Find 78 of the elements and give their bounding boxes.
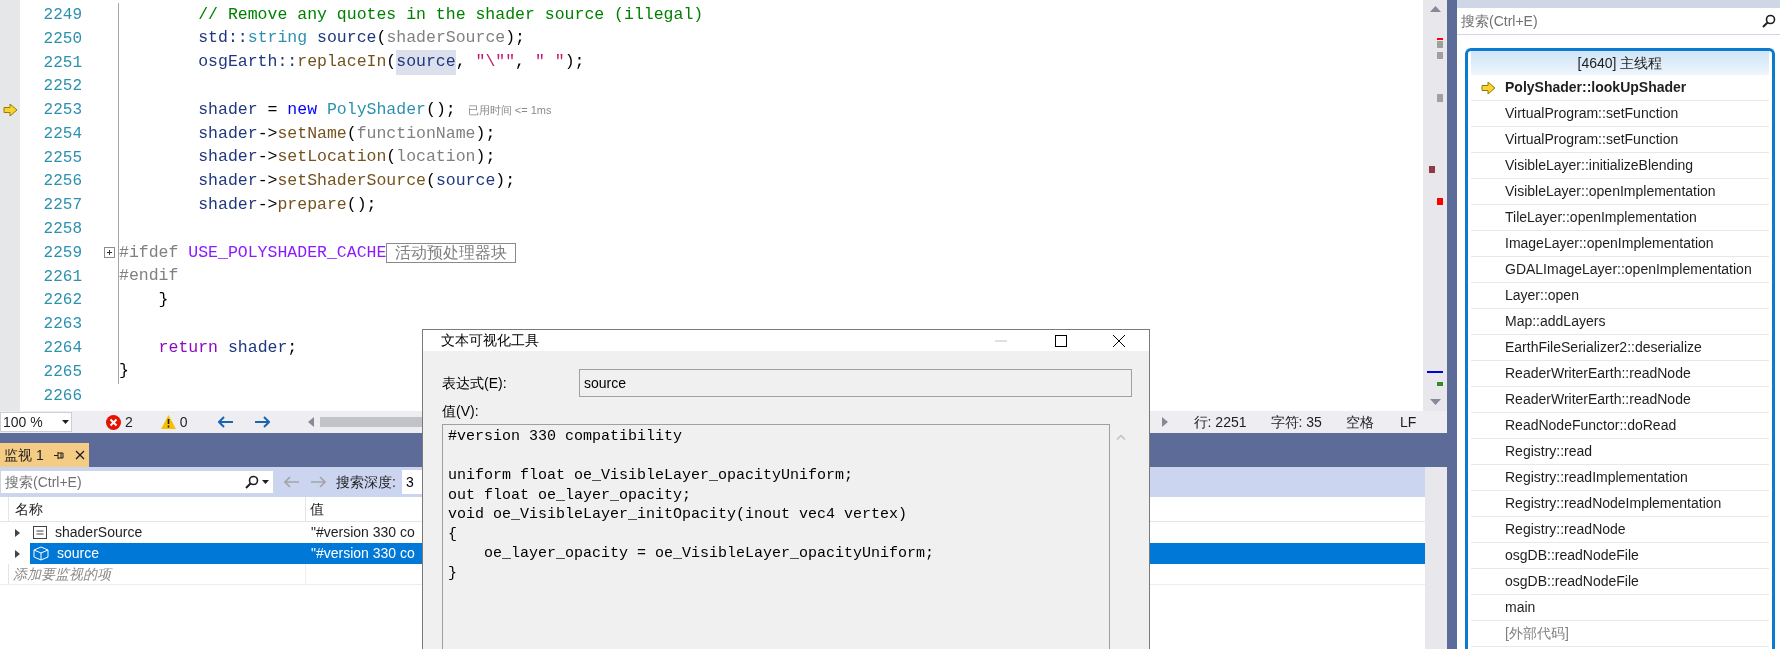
code-token: // Remove any quotes in the shader source (illegal)	[197, 3, 704, 26]
line-number: 2255	[43, 147, 82, 169]
code-token: #ifdef	[119, 241, 180, 264]
dialog-title: 文本可视化工具	[441, 331, 540, 350]
line-number: 2263	[43, 314, 82, 336]
code-token: source	[317, 27, 377, 50]
code-token: replaceIn	[297, 51, 387, 74]
code-token: ();	[346, 193, 377, 216]
code-token: =	[266, 98, 279, 121]
code-token: ,	[515, 51, 526, 74]
watch-name: source	[57, 544, 100, 563]
code-token: source	[435, 170, 496, 193]
code-token: );	[475, 146, 496, 169]
code-token: }	[119, 360, 129, 383]
line-number: 2262	[43, 290, 82, 312]
watch-value: "#version 330 co	[311, 544, 415, 563]
code-token: (	[386, 146, 397, 169]
code-token: }	[157, 289, 169, 312]
code-token: setLocation	[277, 146, 387, 169]
code-token: new	[287, 98, 319, 121]
code-token: shaderSource	[386, 27, 506, 50]
line-number: 2266	[43, 385, 82, 407]
line-number: 2250	[43, 28, 82, 50]
code-token: PolyShader	[326, 98, 426, 121]
code-token: std::	[197, 27, 248, 50]
code-token: ;	[287, 336, 298, 359]
line-number: 2261	[43, 266, 82, 288]
expression-label: 表达式(E):	[442, 373, 508, 393]
line-number: 2258	[43, 219, 82, 241]
code-token: setShaderSource	[277, 170, 426, 193]
code-token: osgEarth::	[197, 51, 298, 74]
code-token: functionName	[356, 122, 476, 145]
code-token: ,	[455, 51, 467, 74]
code-token: " "	[534, 51, 565, 74]
code-token: ->	[257, 193, 278, 216]
line-number: 2253	[43, 100, 82, 122]
line-number: 2254	[43, 123, 82, 145]
code-token: (	[376, 27, 387, 50]
watch-name: shaderSource	[55, 523, 143, 542]
code-token: location	[396, 146, 476, 169]
code-token: string	[247, 27, 309, 50]
search-depth-label: 搜索深度:	[336, 472, 396, 492]
code-token: shader	[197, 193, 258, 216]
watch-value: "#version 330 co	[311, 523, 415, 542]
code-token: );	[475, 122, 496, 145]
elapsed-time-hint: 已用时间 <= 1ms	[467, 102, 552, 118]
code-token: shader	[227, 336, 288, 359]
code-token: prepare	[277, 193, 347, 216]
line-number: 2265	[43, 361, 82, 383]
code-token: #endif	[119, 265, 179, 288]
code-token: return	[157, 336, 220, 359]
code-token: source	[396, 50, 456, 75]
code-token: );	[505, 27, 525, 50]
code-token: ->	[257, 170, 278, 193]
code-token: );	[564, 51, 585, 74]
code-token: (	[346, 122, 357, 145]
line-number: 2264	[43, 338, 82, 360]
code-token: ();	[426, 98, 456, 121]
code-token: shader	[197, 146, 258, 169]
code-token: ->	[257, 122, 278, 145]
code-token: setName	[277, 122, 347, 145]
line-number: 2252	[43, 76, 82, 98]
line-number: 2249	[43, 4, 82, 26]
line-number: 2259	[43, 242, 82, 264]
code-token: "\""	[475, 51, 516, 74]
code-token: (	[425, 170, 436, 193]
code-token: shader	[197, 122, 258, 145]
code-token: );	[495, 170, 516, 193]
line-number: 2251	[43, 52, 82, 74]
value-label: 值(V):	[442, 402, 480, 421]
code-token: ->	[257, 146, 278, 169]
code-token: shader	[197, 170, 258, 193]
line-number: 2256	[43, 171, 82, 193]
code-token: shader	[197, 98, 258, 121]
thread-title: [4640] 主线程	[1471, 51, 1769, 75]
line-number: 2257	[43, 195, 82, 217]
code-token: (	[386, 51, 397, 74]
code-token: USE_POLYSHADER_CACHE	[188, 241, 387, 264]
